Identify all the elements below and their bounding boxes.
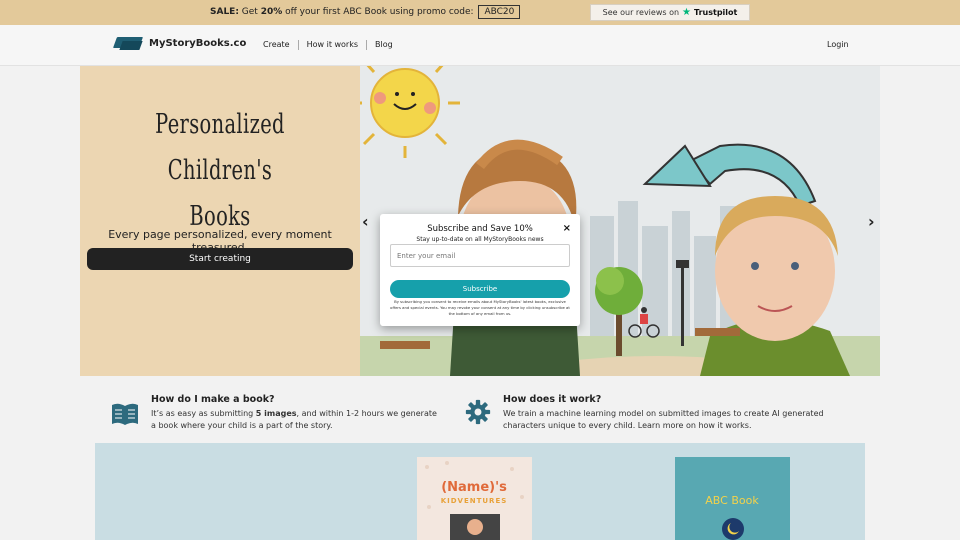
- top-nav: MyStoryBooks.co Create How it works Blog…: [0, 25, 960, 66]
- info-title-works: How does it work?: [503, 394, 602, 405]
- nav-links: Create How it works Blog: [263, 40, 401, 50]
- info-text-make: It’s as easy as submitting 5 images, and…: [151, 408, 441, 432]
- nav-link-create[interactable]: Create: [263, 40, 299, 50]
- kidventures-cover: (Name)'s KIDVENTURES: [425, 461, 524, 540]
- hero-text-panel: Personalized Children's Books Every page…: [80, 66, 360, 376]
- brand-logo[interactable]: MyStoryBooks.co: [112, 35, 247, 51]
- chevron-right-icon: ›: [868, 212, 875, 231]
- brand-name: MyStoryBooks.co: [149, 37, 247, 49]
- book-card-kidventures[interactable]: (Name)'s KIDVENTURES: [417, 457, 532, 540]
- modal-fine-print: By subscribing you consent to receive em…: [390, 299, 570, 316]
- info-title-make: How do I make a book?: [151, 394, 275, 405]
- login-link[interactable]: Login: [827, 40, 849, 49]
- trustpilot-star-icon: ★: [682, 7, 692, 18]
- promo-sale-label: SALE:: [210, 7, 239, 17]
- nav-link-how-it-works[interactable]: How it works: [299, 40, 368, 50]
- info-text-make-before: It’s as easy as submitting: [151, 409, 256, 418]
- subscribe-modal: × Subscribe and Save 10% Stay up-to-date…: [380, 214, 580, 326]
- promo-code[interactable]: ABC20: [478, 5, 521, 19]
- promo-text: SALE: Get 20% off your first ABC Book us…: [210, 5, 521, 19]
- book-logo-icon: [112, 35, 144, 51]
- trust-text: See our reviews on: [602, 8, 680, 17]
- modal-subtitle: Stay up-to-date on all MyStoryBooks news: [416, 236, 544, 243]
- modal-title: Subscribe and Save 10%: [427, 224, 533, 234]
- book-card-abc[interactable]: ABC Book: [675, 457, 790, 540]
- promo-discount: 20%: [260, 7, 283, 17]
- child-right-photo: [700, 196, 850, 376]
- subscribe-button[interactable]: Subscribe: [390, 280, 570, 298]
- trust-brand: Trustpilot: [694, 8, 738, 17]
- open-book-icon: [112, 403, 138, 425]
- carousel-next-button[interactable]: ›: [868, 212, 875, 231]
- book1-title-line2: KIDVENTURES: [441, 497, 508, 505]
- gear-icon: [465, 399, 491, 425]
- promo-text-before: Get: [238, 7, 261, 17]
- book1-title-line1: (Name)'s: [441, 480, 507, 495]
- book2-title: ABC Book: [705, 494, 759, 507]
- nav-link-blog[interactable]: Blog: [367, 40, 401, 50]
- info-text-works: We train a machine learning model on sub…: [503, 409, 824, 430]
- promo-bar: SALE: Get 20% off your first ABC Book us…: [0, 0, 960, 25]
- hero-title-line1: Personalized Children's: [155, 109, 285, 186]
- abc-cover: ABC Book: [705, 494, 759, 540]
- start-creating-button[interactable]: Start creating: [87, 248, 353, 270]
- chevron-left-icon: ‹: [362, 212, 369, 231]
- trustpilot-link[interactable]: See our reviews on ★ Trustpilot: [590, 4, 750, 21]
- promo-text-after: off your first ABC Book using promo code…: [282, 7, 477, 17]
- carousel-prev-button[interactable]: ‹: [362, 212, 369, 231]
- hero-title: Personalized Children's Books: [134, 102, 307, 240]
- email-field[interactable]: [390, 244, 570, 267]
- info-text-make-bold: 5 images: [255, 409, 297, 418]
